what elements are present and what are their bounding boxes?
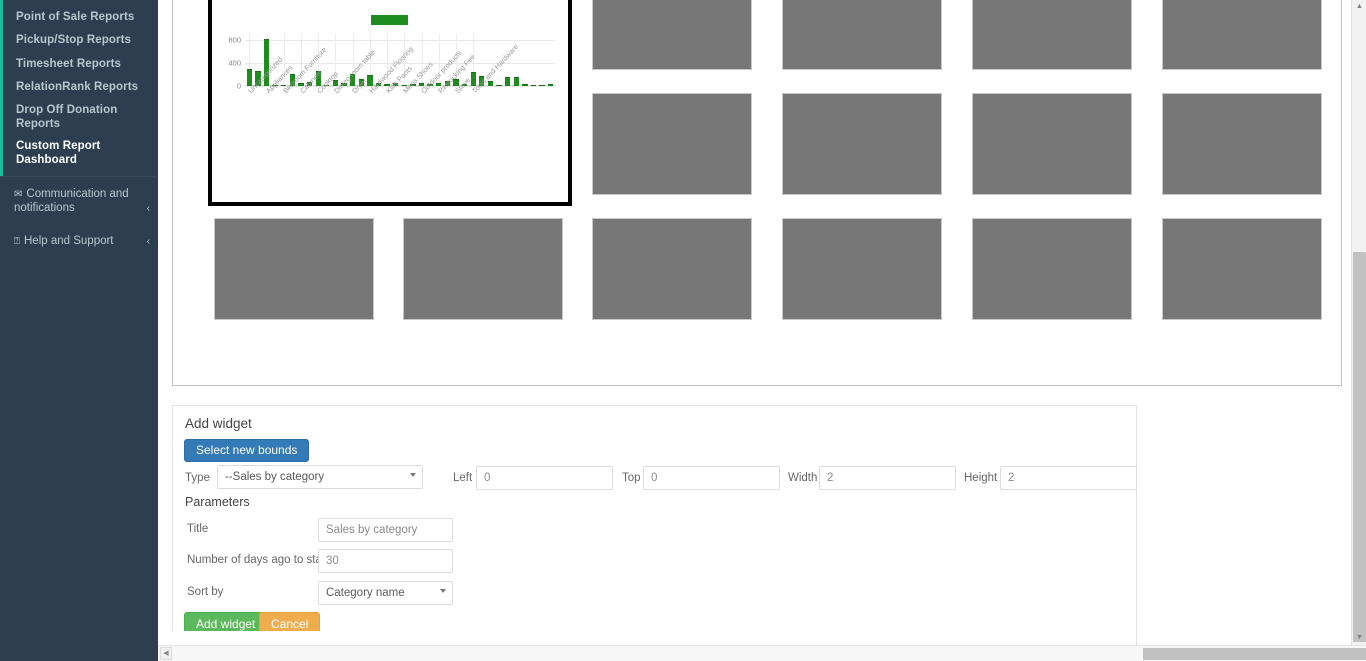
sidebar-item-label: RelationRank Reports <box>16 81 139 93</box>
chart-bar <box>539 84 545 86</box>
question-circle-icon: ⍰ <box>14 236 20 247</box>
chart-bar <box>504 76 511 86</box>
width-label: Width <box>788 472 818 484</box>
bar-chart: Sales by category 0400800 UncategorizedA… <box>212 0 568 202</box>
sidebar-item-label: Point of Sale Reports <box>16 11 135 23</box>
dashboard-panel: Sales by category 0400800 UncategorizedA… <box>172 0 1342 386</box>
envelope-icon: ✉ <box>14 189 23 200</box>
sidebar-item-relationrank-reports[interactable]: RelationRank Reports <box>16 81 156 95</box>
chart-y-tick-label: 400 <box>228 58 241 68</box>
chart-bar <box>548 84 554 86</box>
sidebar-item-timesheet-reports[interactable]: Timesheet Reports <box>16 58 156 72</box>
chevron-left-icon[interactable]: ‹ <box>147 235 150 249</box>
left-input[interactable] <box>476 466 613 490</box>
chart-bar <box>496 84 502 86</box>
type-select-wrapper[interactable]: --Sales by category <box>217 465 423 489</box>
dashboard-widget-placeholder[interactable] <box>972 0 1132 70</box>
sidebar-item-custom-report-dashboard[interactable]: Custom Report Dashboard <box>16 140 156 167</box>
sidebar-item-label: Pickup/Stop Reports <box>16 34 131 46</box>
chart-x-axis-labels: Uncategorized Appliances Bedroom Furniture… <box>245 42 555 159</box>
parameters-heading: Parameters <box>185 495 250 509</box>
chart-gridline <box>245 39 555 41</box>
sidebar: Point of Sale Reports Pickup/Stop Report… <box>0 0 158 661</box>
scroll-down-icon[interactable]: ▼ <box>1352 631 1366 645</box>
sidebar-item-label: Custom Report Dashboard <box>16 140 101 166</box>
dashboard-widget-sales-by-category[interactable]: Sales by category 0400800 UncategorizedA… <box>208 0 572 206</box>
title-label: Title <box>187 523 209 535</box>
dashboard-widget-placeholder[interactable] <box>782 218 942 320</box>
vertical-scrollbar[interactable]: ▲ ▼ <box>1351 0 1366 645</box>
sidebar-item-drop-off-donation-reports[interactable]: Drop Off Donation Reports <box>16 104 156 131</box>
sidebar-item-label: Timesheet Reports <box>16 58 122 70</box>
top-input[interactable] <box>643 466 780 490</box>
sidebar-item-point-of-sale-reports[interactable]: Point of Sale Reports <box>16 11 156 25</box>
chart-y-tick-label: 800 <box>228 35 241 45</box>
dashboard-widget-placeholder[interactable] <box>782 0 942 70</box>
add-widget-card: Add widget Select new bounds Type --Sale… <box>172 405 1137 657</box>
dashboard-widget-placeholder[interactable] <box>972 218 1132 320</box>
app-root: Point of Sale Reports Pickup/Stop Report… <box>0 0 1366 661</box>
chart-bar <box>513 77 519 86</box>
vertical-scrollbar-thumb[interactable] <box>1353 252 1366 642</box>
days-ago-input[interactable] <box>318 549 453 573</box>
height-label: Height <box>964 472 998 484</box>
dashboard-widget-placeholder[interactable] <box>403 218 563 320</box>
dashboard-widget-placeholder[interactable] <box>972 93 1132 195</box>
chart-legend-swatch <box>371 15 408 25</box>
height-input[interactable] <box>1000 466 1137 490</box>
sort-by-label: Sort by <box>187 586 224 598</box>
sidebar-section-label: Communication and notifications <box>14 188 129 214</box>
chart-y-tick-label: 0 <box>236 81 241 91</box>
sidebar-divider <box>0 176 158 177</box>
title-input[interactable] <box>318 518 453 542</box>
top-label: Top <box>622 472 641 484</box>
chevron-left-icon[interactable]: ‹ <box>147 202 150 216</box>
sidebar-item-pickup-stop-reports[interactable]: Pickup/Stop Reports <box>16 34 156 48</box>
horizontal-scrollbar[interactable]: ◀ ▸ ▼ <box>158 645 1366 661</box>
horizontal-scrollbar-thumb[interactable] <box>1143 648 1366 660</box>
dashboard-widget-placeholder[interactable] <box>782 93 942 195</box>
sort-by-select-wrapper[interactable]: Category name <box>318 581 453 605</box>
sidebar-item-help-and-support[interactable]: ⍰ Help and Support ‹ <box>14 235 158 249</box>
sidebar-section-label: Help and Support <box>24 235 114 247</box>
left-label: Left <box>453 472 473 484</box>
select-new-bounds-button[interactable]: Select new bounds <box>184 439 310 462</box>
dashboard-widget-placeholder[interactable] <box>214 218 374 320</box>
add-widget-heading: Add widget <box>185 416 252 431</box>
sidebar-item-label: Drop Off Donation Reports <box>16 104 118 130</box>
sidebar-active-accent <box>0 0 3 176</box>
main-content: Sales by category 0400800 UncategorizedA… <box>158 0 1366 661</box>
sidebar-item-communication-and-notifications[interactable]: ✉ Communication and notifications ‹ <box>14 188 158 215</box>
type-label: Type <box>185 472 210 484</box>
sort-by-select[interactable]: Category name <box>318 581 453 605</box>
width-input[interactable] <box>819 466 956 490</box>
dashboard-widget-placeholder[interactable] <box>1162 218 1322 320</box>
type-select[interactable]: --Sales by category <box>217 465 423 489</box>
dashboard-widget-placeholder[interactable] <box>592 93 752 195</box>
dashboard-widget-placeholder[interactable] <box>1162 0 1322 70</box>
scroll-left-icon[interactable]: ◀ <box>160 647 172 660</box>
dashboard-widget-placeholder[interactable] <box>592 218 752 320</box>
dashboard-widget-placeholder[interactable] <box>592 0 752 70</box>
chart-bar <box>530 84 537 86</box>
scroll-up-icon[interactable]: ▲ <box>1352 0 1366 14</box>
chart-bar <box>522 84 528 86</box>
content-bottom-spacer <box>158 631 1098 645</box>
dashboard-widget-placeholder[interactable] <box>1162 93 1322 195</box>
